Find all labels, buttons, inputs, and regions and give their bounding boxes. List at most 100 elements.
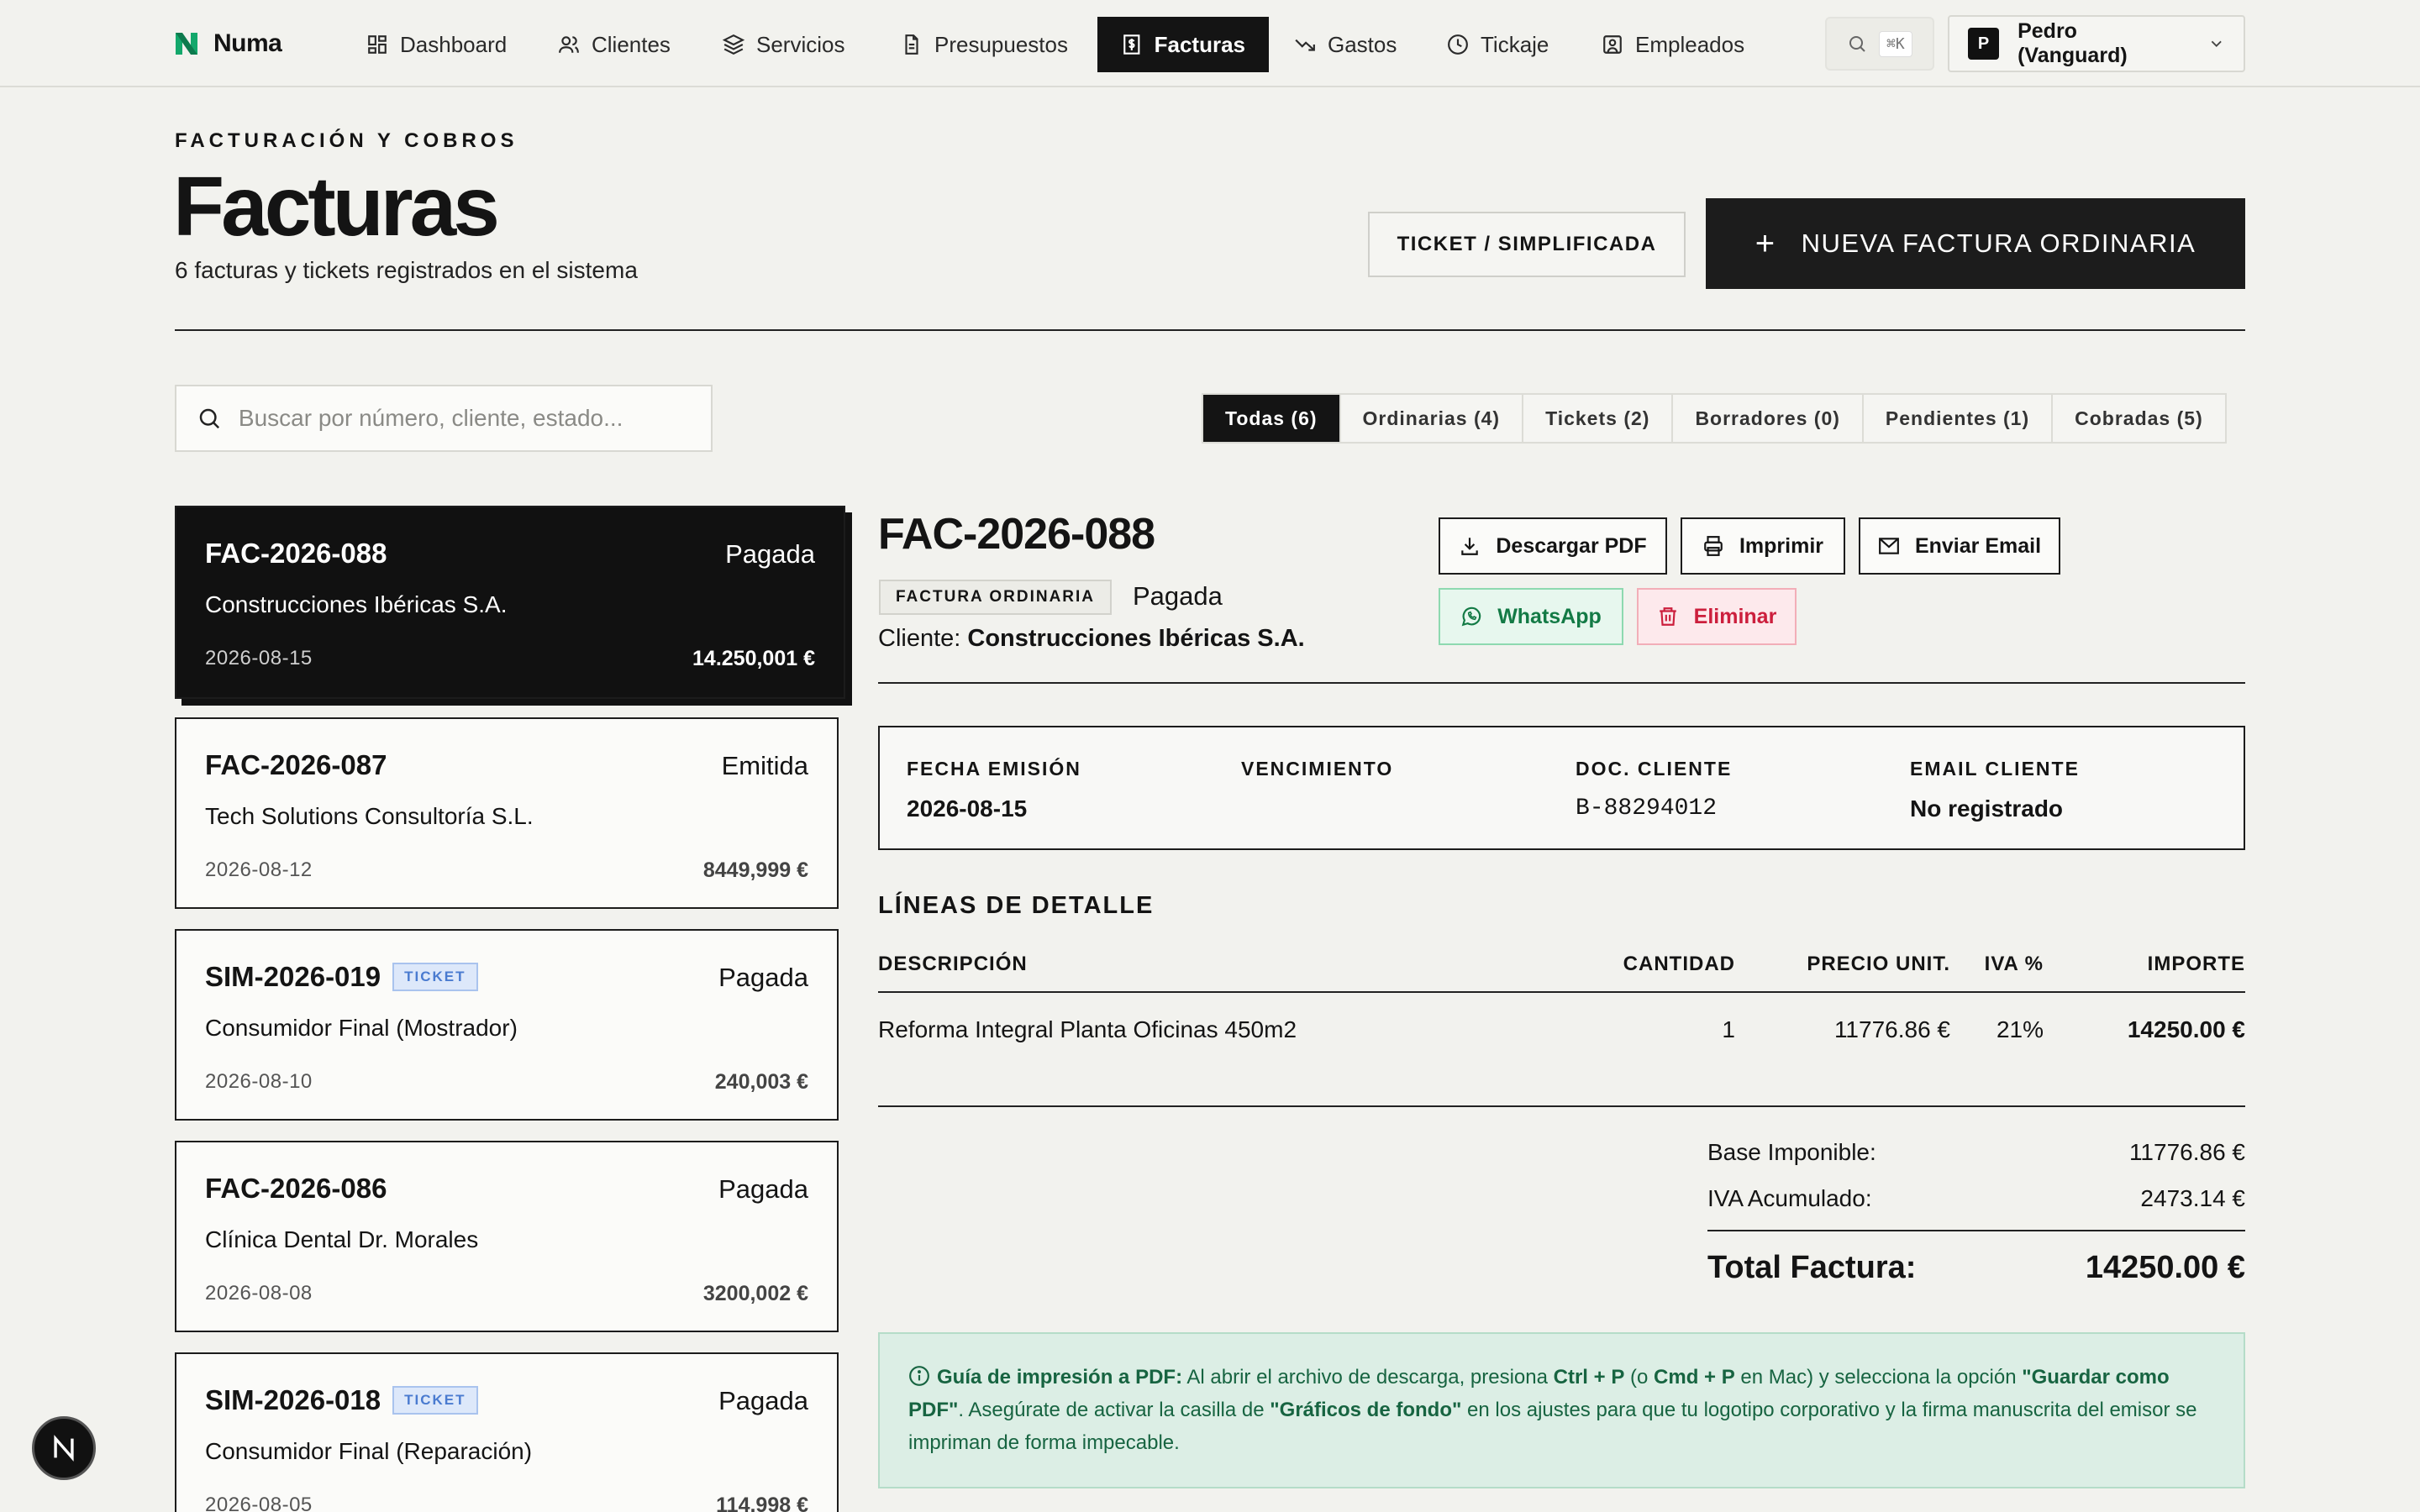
info-icon <box>909 1366 929 1386</box>
invoice-status: Pagada <box>718 1386 808 1415</box>
trash-icon <box>1659 607 1676 626</box>
page-subtitle: 6 facturas y tickets registrados en el s… <box>175 257 638 283</box>
base-value: 11776.86 € <box>2128 1139 2245 1165</box>
detail-client: Cliente: Construcciones Ibéricas S.A. <box>878 625 1305 652</box>
delete-button[interactable]: Eliminar <box>1637 588 1797 645</box>
invoice-meta-box: FECHA EMISIÓN 2026-08-15 VENCIMIENTO DOC… <box>878 726 2245 850</box>
column-header-amount: IMPORTE <box>2147 953 2245 975</box>
filter-borradores[interactable]: Borradores (0) <box>1671 395 1861 442</box>
lines-section-title: LÍNEAS DE DETALLE <box>878 892 1155 919</box>
column-header-quantity: CANTIDAD <box>1623 953 1735 975</box>
divider <box>878 991 2245 993</box>
send-email-button[interactable]: Enviar Email <box>1859 517 2060 575</box>
vat-value: 2473.14 € <box>2140 1185 2245 1211</box>
invoice-client: Tech Solutions Consultoría S.L. <box>205 803 534 829</box>
nav-item-empleados[interactable]: Empleados <box>1578 17 1768 72</box>
invoice-client: Clínica Dental Dr. Morales <box>205 1226 479 1252</box>
new-invoice-label: NUEVA FACTURA ORDINARIA <box>1801 228 2196 258</box>
shortcut-hint: ⌘K <box>1879 30 1912 57</box>
nav-item-facturas[interactable]: Facturas <box>1097 17 1269 72</box>
invoice-date: 2026-08-15 <box>205 647 313 669</box>
meta-client-doc: DOC. CLIENTE B-88294012 <box>1576 758 1733 822</box>
line-description: Reforma Integral Planta Oficinas 450m2 <box>878 1016 1297 1042</box>
total-value: 14250.00 € <box>2085 1250 2245 1285</box>
column-header-description: DESCRIPCIÓN <box>878 953 1028 975</box>
pdf-print-guide: Guía de impresión a PDF: Al abrir el arc… <box>878 1332 2245 1488</box>
global-search-button[interactable]: ⌘K <box>1825 17 1934 71</box>
search-icon <box>199 408 220 429</box>
invoice-amount: 240,003 € <box>714 1070 808 1094</box>
filter-tickets[interactable]: Tickets (2) <box>1522 395 1671 442</box>
invoice-card[interactable]: FAC-2026-088 Pagada Construcciones Ibéri… <box>175 506 845 699</box>
n-logo-icon <box>54 1435 74 1462</box>
base-label: Base Imponible: <box>1707 1139 1876 1165</box>
search-input[interactable] <box>238 405 691 432</box>
print-button[interactable]: Imprimir <box>1681 517 1845 575</box>
invoice-type-badge: FACTURA ORDINARIA <box>879 580 1113 615</box>
nav-item-clientes[interactable]: Clientes <box>534 17 694 72</box>
app-logo[interactable]: Numa <box>175 25 282 62</box>
column-header-unit-price: PRECIO UNIT. <box>1807 953 1950 975</box>
filter-tabs: Todas (6) Ordinarias (4) Tickets (2) Bor… <box>1202 393 2227 444</box>
download-icon <box>1461 538 1479 555</box>
invoice-date: 2026-08-05 <box>205 1494 313 1512</box>
mail-icon <box>1879 538 1899 554</box>
page-eyebrow: FACTURACIÓN Y COBROS <box>175 129 518 152</box>
divider <box>175 329 2245 331</box>
nav-item-presupuestos[interactable]: Presupuestos <box>877 17 1092 72</box>
invoice-search[interactable] <box>175 385 713 452</box>
whatsapp-button[interactable]: WhatsApp <box>1439 588 1623 645</box>
line-quantity: 1 <box>1722 1016 1735 1042</box>
vat-label: IVA Acumulado: <box>1707 1185 1872 1211</box>
user-menu[interactable]: P Pedro (Vanguard) <box>1948 15 2245 72</box>
filter-pendientes[interactable]: Pendientes (1) <box>1861 395 2051 442</box>
divider <box>1707 1230 2245 1231</box>
total-label: Total Factura: <box>1707 1250 1917 1285</box>
invoice-status: Pagada <box>725 539 815 569</box>
id-badge-icon <box>1603 35 1622 54</box>
users-icon <box>559 36 579 53</box>
filter-cobradas[interactable]: Cobradas (5) <box>2051 395 2225 442</box>
chevron-down-icon <box>2211 40 2222 47</box>
nav-label: Gastos <box>1328 31 1397 57</box>
invoice-icon <box>1123 34 1140 55</box>
meta-client-email: EMAIL CLIENTE No registrado <box>1910 758 2080 822</box>
invoice-number: FAC-2026-087 <box>205 749 387 780</box>
new-ticket-button[interactable]: TICKET / SIMPLIFICADA <box>1368 212 1686 277</box>
invoice-card[interactable]: FAC-2026-087 Emitida Tech Solutions Cons… <box>175 717 839 909</box>
download-pdf-button[interactable]: Descargar PDF <box>1439 517 1667 575</box>
invoice-amount: 3200,002 € <box>702 1282 808 1305</box>
line-amount: 14250.00 € <box>2127 1016 2245 1042</box>
nav-label: Presupuestos <box>934 31 1068 57</box>
invoice-number: FAC-2026-086 <box>205 1173 387 1204</box>
filter-ordinarias[interactable]: Ordinarias (4) <box>1339 395 1523 442</box>
nav-item-gastos[interactable]: Gastos <box>1270 17 1420 72</box>
search-icon <box>1849 36 1865 52</box>
line-vat: 21% <box>1996 1016 2044 1042</box>
numa-logo-icon <box>176 33 197 55</box>
invoice-client: Construcciones Ibéricas S.A. <box>205 591 508 617</box>
detail-title: FAC-2026-088 <box>878 510 1155 559</box>
layers-icon <box>723 34 744 55</box>
filter-todas[interactable]: Todas (6) <box>1203 395 1339 442</box>
invoice-number: SIM-2026-018 TICKET <box>205 1384 478 1416</box>
ticket-badge: TICKET <box>392 1386 478 1415</box>
nav-label: Facturas <box>1154 31 1245 57</box>
nav-label: Dashboard <box>400 31 508 57</box>
invoice-card[interactable]: FAC-2026-086 Pagada Clínica Dental Dr. M… <box>175 1141 839 1332</box>
invoice-card[interactable]: SIM-2026-019 TICKET Pagada Consumidor Fin… <box>175 929 839 1121</box>
nav-item-dashboard[interactable]: Dashboard <box>343 17 530 72</box>
plus-icon: + <box>1754 224 1776 262</box>
invoice-client: Consumidor Final (Reparación) <box>205 1438 533 1464</box>
invoice-card[interactable]: SIM-2026-018 TICKET Pagada Consumidor Fin… <box>175 1352 839 1512</box>
printer-icon <box>1704 536 1723 556</box>
divider <box>878 682 2245 684</box>
nav-item-tickaje[interactable]: Tickaje <box>1423 17 1572 72</box>
invoice-amount: 8449,999 € <box>702 858 808 882</box>
assistant-fab[interactable] <box>32 1416 96 1480</box>
invoice-status: Pagada <box>718 1174 808 1204</box>
avatar: P <box>1968 28 2000 60</box>
invoice-number: SIM-2026-019 TICKET <box>205 961 478 993</box>
nav-item-servicios[interactable]: Servicios <box>699 17 868 72</box>
new-invoice-button[interactable]: + NUEVA FACTURA ORDINARIA <box>1706 198 2245 289</box>
